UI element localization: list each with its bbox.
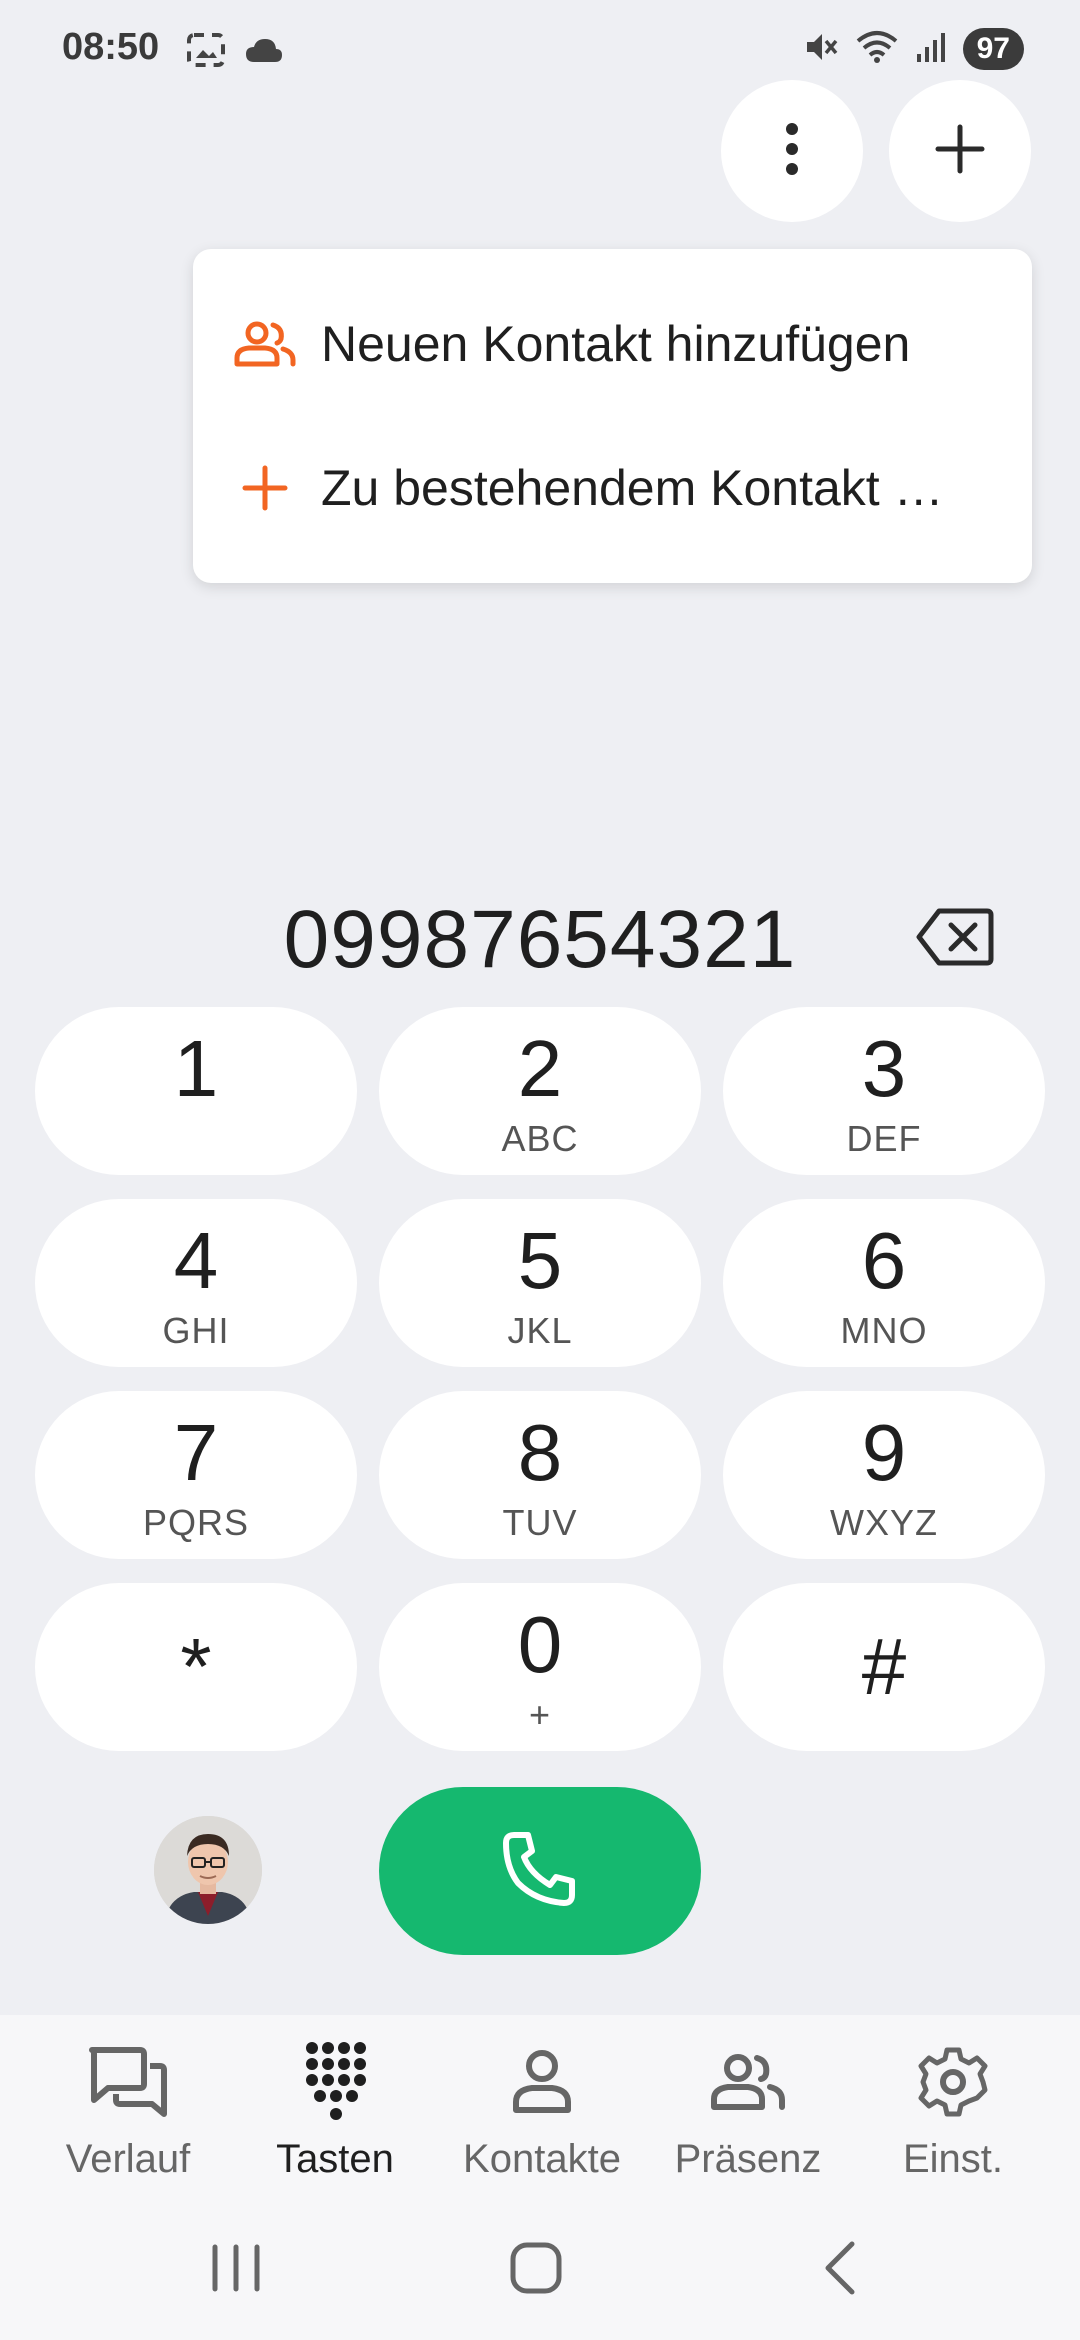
key-letters: DEF <box>846 1118 922 1159</box>
nav-label: Verlauf <box>65 2137 191 2181</box>
key-digit: * <box>180 1622 212 1711</box>
key-letters: GHI <box>162 1310 230 1351</box>
key-letters: PQRS <box>142 1502 250 1543</box>
battery-indicator: 97 <box>962 28 1024 70</box>
nav-label: Tasten <box>276 2137 394 2181</box>
back-button[interactable] <box>800 2230 880 2310</box>
call-button[interactable] <box>379 1787 701 1955</box>
key-digit: 6 <box>861 1216 907 1305</box>
nav-kontakte[interactable]: Kontakte <box>442 2037 642 2187</box>
contacts-icon <box>231 318 299 370</box>
screenshot-icon <box>186 32 226 73</box>
menu-item-new-contact[interactable]: Neuen Kontakt hinzufügen <box>193 272 1032 416</box>
key-letters: WXYZ <box>830 1502 938 1543</box>
key-letters: + <box>528 1694 552 1735</box>
nav-einstellungen[interactable]: Einst. <box>853 2037 1053 2187</box>
chat-icon <box>83 2037 173 2127</box>
cloud-icon <box>244 36 284 69</box>
nav-label: Präsenz <box>674 2137 822 2181</box>
key-0[interactable]: 0 + <box>379 1583 701 1751</box>
home-icon <box>509 2241 563 2300</box>
more-options-button[interactable] <box>721 80 863 222</box>
avatar[interactable] <box>154 1816 262 1924</box>
key-1[interactable]: 1 <box>35 1007 357 1175</box>
phone-icon <box>500 1829 580 1914</box>
dialpad-icon <box>290 2037 380 2127</box>
menu-item-label: Neuen Kontakt hinzufügen <box>321 316 911 372</box>
home-button[interactable] <box>496 2230 576 2310</box>
menu-item-label: Zu bestehendem Kontakt … <box>321 460 944 516</box>
nav-label: Kontakte <box>463 2137 621 2181</box>
signal-icon <box>915 30 947 69</box>
key-letters: JKL <box>507 1310 573 1351</box>
key-digit: 1 <box>173 1024 219 1113</box>
key-digit: 7 <box>173 1408 219 1497</box>
key-digit: 9 <box>861 1408 907 1497</box>
back-icon <box>820 2240 860 2301</box>
gear-icon <box>908 2037 998 2127</box>
key-4[interactable]: 4 GHI <box>35 1199 357 1367</box>
key-5[interactable]: 5 JKL <box>379 1199 701 1367</box>
nav-praesenz[interactable]: Präsenz <box>648 2037 848 2187</box>
plus-icon <box>934 123 986 180</box>
plus-icon <box>231 462 299 514</box>
menu-item-existing-contact[interactable]: Zu bestehendem Kontakt … <box>193 416 1032 560</box>
nav-label: Einst. <box>902 2137 1004 2181</box>
key-8[interactable]: 8 TUV <box>379 1391 701 1559</box>
key-digit: 2 <box>517 1024 563 1113</box>
key-letters: ABC <box>501 1118 579 1159</box>
key-7[interactable]: 7 PQRS <box>35 1391 357 1559</box>
key-letters: MNO <box>840 1310 928 1351</box>
add-button[interactable] <box>889 80 1031 222</box>
key-digit: 0 <box>517 1600 563 1689</box>
key-digit: 3 <box>861 1024 907 1113</box>
dialed-number: 09987654321 <box>283 894 797 985</box>
backspace-icon <box>915 908 995 973</box>
nav-verlauf[interactable]: Verlauf <box>28 2037 228 2187</box>
wifi-icon <box>855 29 899 70</box>
key-digit: # <box>861 1622 907 1711</box>
status-bar: 08:50 97 <box>0 0 1080 100</box>
mute-icon <box>803 29 839 70</box>
recent-apps-button[interactable] <box>196 2230 276 2310</box>
key-6[interactable]: 6 MNO <box>723 1199 1045 1367</box>
key-3[interactable]: 3 DEF <box>723 1007 1045 1175</box>
more-vert-icon <box>782 121 802 182</box>
person-icon <box>497 2037 587 2127</box>
key-9[interactable]: 9 WXYZ <box>723 1391 1045 1559</box>
key-2[interactable]: 2 ABC <box>379 1007 701 1175</box>
nav-tasten[interactable]: Tasten <box>235 2037 435 2187</box>
key-star[interactable]: * <box>35 1583 357 1751</box>
status-time: 08:50 <box>62 26 160 68</box>
recent-apps-icon <box>209 2243 263 2298</box>
people-icon <box>703 2037 793 2127</box>
backspace-button[interactable] <box>915 905 995 975</box>
key-digit: 4 <box>173 1216 219 1305</box>
key-digit: 8 <box>517 1408 563 1497</box>
key-hash[interactable]: # <box>723 1583 1045 1751</box>
key-digit: 5 <box>517 1216 563 1305</box>
key-letters: TUV <box>502 1502 578 1543</box>
